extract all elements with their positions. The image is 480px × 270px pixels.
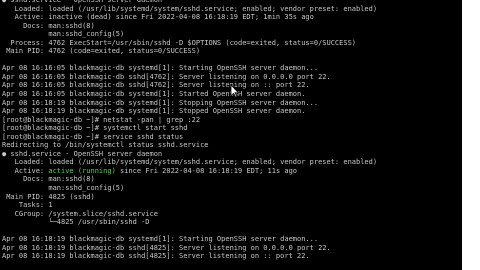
terminal-line: Tasks: 1: [0, 201, 462, 210]
terminal-line-text: ● sshd.service - OpenSSH server daemon: [2, 0, 163, 4]
terminal-line: [root@blackmagic-db ~]# service sshd sta…: [0, 133, 462, 142]
terminal-line: Docs: man:sshd(8): [0, 22, 462, 31]
terminal-line: └─4825 /usr/sbin/sshd -D: [0, 218, 462, 227]
terminal-line-text: Docs: man:sshd(8): [2, 175, 95, 184]
terminal-line: Main PID: 4762 (code=exited, status=0/SU…: [0, 47, 462, 56]
terminal-line-text: Active:: [2, 166, 49, 175]
terminal-line-text: Apr 08 16:16:05 blackmagic-db systemd[1]…: [2, 90, 306, 99]
terminal-line-text: Apr 08 16:18:19 blackmagic-db sshd[4825]…: [2, 243, 331, 252]
terminal-line: CGroup: /system.slice/sshd.service: [0, 210, 462, 219]
terminal-line-text: [root@blackmagic-db ~]# systemctl start …: [2, 124, 188, 133]
terminal-line-text: Loaded: loaded (/usr/lib/systemd/system/…: [2, 158, 378, 167]
terminal-line-text: Process: 4762 ExecStart=/usr/sbin/sshd -…: [2, 38, 357, 47]
terminal-line-text: Loaded: loaded (/usr/lib/systemd/system/…: [2, 4, 378, 13]
screen: ● sshd.service - OpenSSH server daemon L…: [0, 0, 480, 270]
terminal-line-text: man:sshd_config(5): [2, 184, 125, 193]
terminal-line: Apr 08 16:18:19 blackmagic-db systemd[1]…: [0, 99, 462, 108]
terminal-line-text: └─4825 /usr/sbin/sshd -D: [2, 218, 150, 227]
terminal-line: Apr 08 16:18:19 blackmagic-db sshd[4825]…: [0, 244, 462, 253]
terminal-line: Redirecting to /bin/systemctl status ssh…: [0, 141, 462, 150]
terminal-line-text: Main PID: 4762 (code=exited, status=0/SU…: [2, 47, 201, 56]
terminal-line: Apr 08 16:16:05 blackmagic-db systemd[1]…: [0, 64, 462, 73]
terminal-line-text: Apr 08 16:18:19 blackmagic-db sshd[4825]…: [2, 252, 310, 261]
terminal-line-text: man:sshd_config(5): [2, 30, 125, 39]
terminal-line: Apr 08 16:18:19 blackmagic-db sshd[4825]…: [0, 252, 462, 261]
terminal-line-text: Apr 08 16:16:05 blackmagic-db systemd[1]…: [2, 64, 319, 73]
terminal-line-text: Main PID: 4825 (sshd): [2, 192, 95, 201]
terminal-line: ● sshd.service - OpenSSH server daemon: [0, 150, 462, 159]
terminal-line: Loaded: loaded (/usr/lib/systemd/system/…: [0, 5, 462, 14]
terminal-line-text: Apr 08 16:18:19 blackmagic-db systemd[1]…: [2, 107, 306, 116]
terminal-line-text: Active: inactive (dead) since Fri 2022-0…: [2, 13, 314, 22]
terminal-line-text: since Fri 2022-04-08 16:18:19 EDT; 11s a…: [115, 166, 298, 175]
terminal-line: Apr 08 16:18:19 blackmagic-db systemd[1]…: [0, 235, 462, 244]
terminal-window[interactable]: ● sshd.service - OpenSSH server daemon L…: [0, 0, 462, 270]
terminal-output: ● sshd.service - OpenSSH server daemon L…: [0, 0, 462, 261]
terminal-line-text: [root@blackmagic-db ~]# service sshd sta…: [2, 132, 184, 141]
terminal-line-text: Apr 08 16:16:05 blackmagic-db sshd[4762]…: [2, 72, 331, 81]
terminal-line: man:sshd_config(5): [0, 30, 462, 39]
terminal-line-text: Tasks: 1: [2, 201, 53, 210]
terminal-line-text: ● sshd.service - OpenSSH server daemon: [2, 149, 163, 158]
terminal-line-text: Redirecting to /bin/systemctl status ssh…: [2, 141, 209, 150]
terminal-line-text: Apr 08 16:18:19 blackmagic-db systemd[1]…: [2, 98, 319, 107]
terminal-line: Main PID: 4825 (sshd): [0, 193, 462, 202]
terminal-line: Docs: man:sshd(8): [0, 175, 462, 184]
terminal-line-text: Apr 08 16:16:05 blackmagic-db sshd[4762]…: [2, 81, 310, 90]
terminal-line: Process: 4762 ExecStart=/usr/sbin/sshd -…: [0, 39, 462, 48]
terminal-line: Active: inactive (dead) since Fri 2022-0…: [0, 13, 462, 22]
terminal-line: Active: active (running) since Fri 2022-…: [0, 167, 462, 176]
terminal-line-text: [root@blackmagic-db ~]# netstat -pan | g…: [2, 115, 201, 124]
terminal-line: Loaded: loaded (/usr/lib/systemd/system/…: [0, 158, 462, 167]
terminal-line: [root@blackmagic-db ~]# netstat -pan | g…: [0, 116, 462, 125]
terminal-line: man:sshd_config(5): [0, 184, 462, 193]
terminal-line: Apr 08 16:18:19 blackmagic-db systemd[1]…: [0, 107, 462, 116]
active-status-text: active (running): [48, 166, 116, 175]
terminal-line-text: CGroup: /system.slice/sshd.service: [2, 209, 158, 218]
terminal-line-text: Apr 08 16:18:19 blackmagic-db systemd[1]…: [2, 235, 319, 244]
terminal-line: [root@blackmagic-db ~]# systemctl start …: [0, 124, 462, 133]
terminal-line-text: Docs: man:sshd(8): [2, 21, 95, 30]
terminal-line: Apr 08 16:16:05 blackmagic-db sshd[4762]…: [0, 73, 462, 82]
